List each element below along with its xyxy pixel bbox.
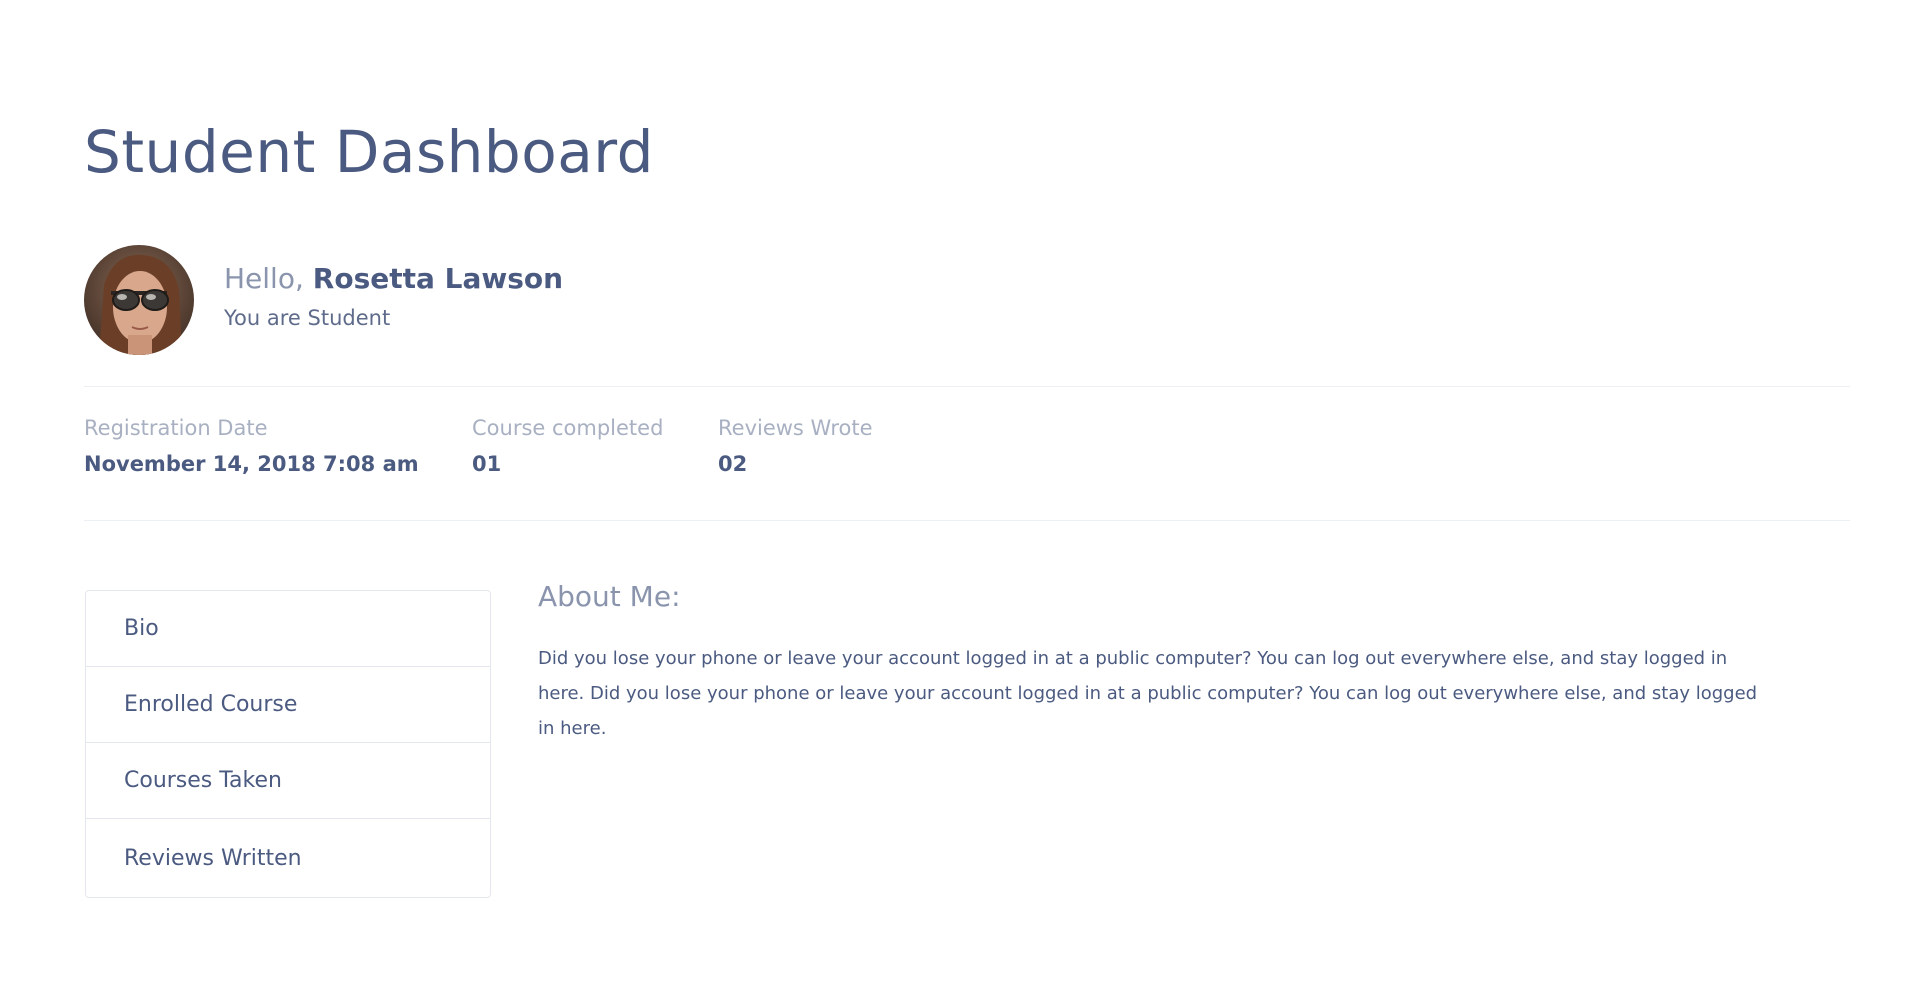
greeting: Hello, Rosetta Lawson [224,262,563,296]
tab-reviews-written[interactable]: Reviews Written [86,819,490,897]
greeting-label: Hello, [224,262,304,296]
tab-enrolled-course[interactable]: Enrolled Course [86,667,490,743]
tab-courses-taken[interactable]: Courses Taken [86,743,490,819]
stat-label: Registration Date [84,416,268,440]
about-title: About Me: [538,580,681,613]
about-text: Did you lose your phone or leave your ac… [538,648,1758,739]
stat-value: 01 [472,452,502,476]
user-role: You are Student [224,305,391,330]
profile-header: Hello, Rosetta Lawson You are Student [84,245,563,355]
avatar-image [84,245,194,355]
stat-course-completed: Course completed 01 [472,416,663,476]
stat-value: November 14, 2018 7:08 am [84,452,419,476]
page-title: Student Dashboard [84,118,654,186]
about-section: About Me: Did you lose your phone or lea… [538,580,1773,746]
stat-reviews-wrote: Reviews Wrote 02 [718,416,873,476]
student-dashboard-page: Student Dashboard Hello, Rosetta Lawson … [0,0,1920,1000]
stat-label: Reviews Wrote [718,416,873,440]
tab-bio[interactable]: Bio [86,591,490,667]
stat-registration-date: Registration Date November 14, 2018 7:08… [84,416,419,476]
divider-bottom [84,520,1850,521]
divider-top [84,386,1850,387]
user-name: Rosetta Lawson [312,262,564,296]
stat-label: Course completed [472,416,664,440]
profile-text: Hello, Rosetta Lawson You are Student [224,262,563,330]
stat-value: 02 [718,452,748,476]
dashboard-tabs: Bio Enrolled Course Courses Taken Review… [85,590,491,898]
avatar [84,245,194,355]
